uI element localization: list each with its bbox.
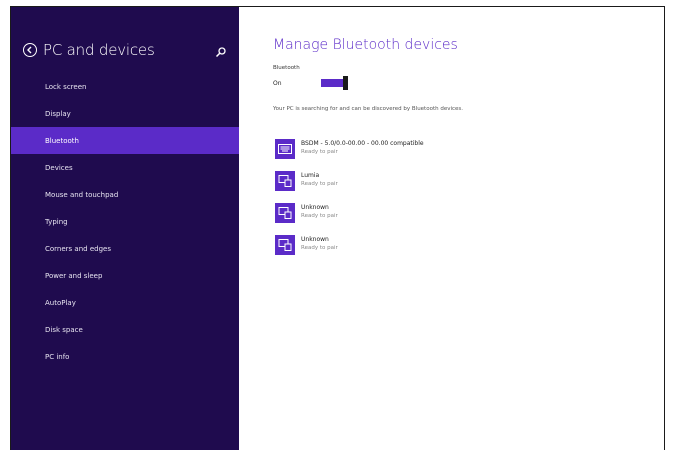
sidebar-header: PC and devices (23, 39, 231, 61)
sidebar-item-autoplay[interactable]: AutoPlay (11, 289, 239, 316)
device-name: Lumia (301, 172, 320, 179)
sidebar-item-label: PC info (45, 352, 70, 361)
device-status: Ready to pair (301, 213, 338, 219)
device-status: Ready to pair (301, 245, 338, 251)
sidebar-item-label: Mouse and touchpad (45, 190, 119, 199)
sidebar-item-label: Disk space (45, 325, 83, 334)
bluetooth-state: On (273, 80, 282, 87)
keyboard-icon (275, 139, 295, 159)
sidebar-item-corners-edges[interactable]: Corners and edges (11, 235, 239, 262)
device-name: Unknown (301, 204, 329, 211)
device-list: BSDM - 5.0/0.0-00.00 - 00.00 compatible … (275, 139, 655, 267)
sidebar-item-mouse-touchpad[interactable]: Mouse and touchpad (11, 181, 239, 208)
bluetooth-toggle[interactable] (321, 76, 348, 90)
sidebar-item-label: AutoPlay (45, 298, 76, 307)
sidebar-title: PC and devices (43, 41, 155, 59)
sidebar-item-disk-space[interactable]: Disk space (11, 316, 239, 343)
device-name: Unknown (301, 236, 329, 243)
discovery-status-text: Your PC is searching for and can be disc… (273, 106, 464, 112)
back-arrow-icon[interactable] (23, 43, 37, 57)
sidebar-item-typing[interactable]: Typing (11, 208, 239, 235)
toggle-thumb (343, 76, 348, 90)
device-icon (275, 203, 295, 223)
device-status: Ready to pair (301, 181, 338, 187)
sidebar-item-bluetooth[interactable]: Bluetooth (11, 127, 239, 154)
device-item[interactable]: Unknown Ready to pair (275, 235, 655, 267)
window: PC and devices Lock screen Display Bluet… (10, 6, 665, 450)
sidebar-item-lock-screen[interactable]: Lock screen (11, 73, 239, 100)
device-name: BSDM - 5.0/0.0-00.00 - 00.00 compatible (301, 140, 424, 147)
sidebar-nav: Lock screen Display Bluetooth Devices Mo… (11, 73, 239, 370)
bluetooth-label: Bluetooth (273, 65, 300, 71)
page-title: Manage Bluetooth devices (273, 37, 458, 53)
search-icon[interactable] (215, 43, 227, 58)
sidebar-item-label: Lock screen (45, 82, 87, 91)
sidebar-item-label: Typing (45, 217, 68, 226)
sidebar-item-label: Devices (45, 163, 73, 172)
sidebar: PC and devices Lock screen Display Bluet… (11, 7, 239, 450)
device-item[interactable]: Lumia Ready to pair (275, 171, 655, 203)
main-content: Manage Bluetooth devices Bluetooth On Yo… (239, 7, 664, 450)
device-icon (275, 171, 295, 191)
device-item[interactable]: BSDM - 5.0/0.0-00.00 - 00.00 compatible … (275, 139, 655, 171)
device-status: Ready to pair (301, 149, 338, 155)
sidebar-item-pc-info[interactable]: PC info (11, 343, 239, 370)
device-item[interactable]: Unknown Ready to pair (275, 203, 655, 235)
sidebar-item-power-sleep[interactable]: Power and sleep (11, 262, 239, 289)
sidebar-item-label: Corners and edges (45, 244, 111, 253)
sidebar-item-label: Bluetooth (45, 136, 79, 145)
device-icon (275, 235, 295, 255)
sidebar-item-label: Power and sleep (45, 271, 103, 280)
sidebar-item-display[interactable]: Display (11, 100, 239, 127)
sidebar-item-devices[interactable]: Devices (11, 154, 239, 181)
sidebar-item-label: Display (45, 109, 71, 118)
